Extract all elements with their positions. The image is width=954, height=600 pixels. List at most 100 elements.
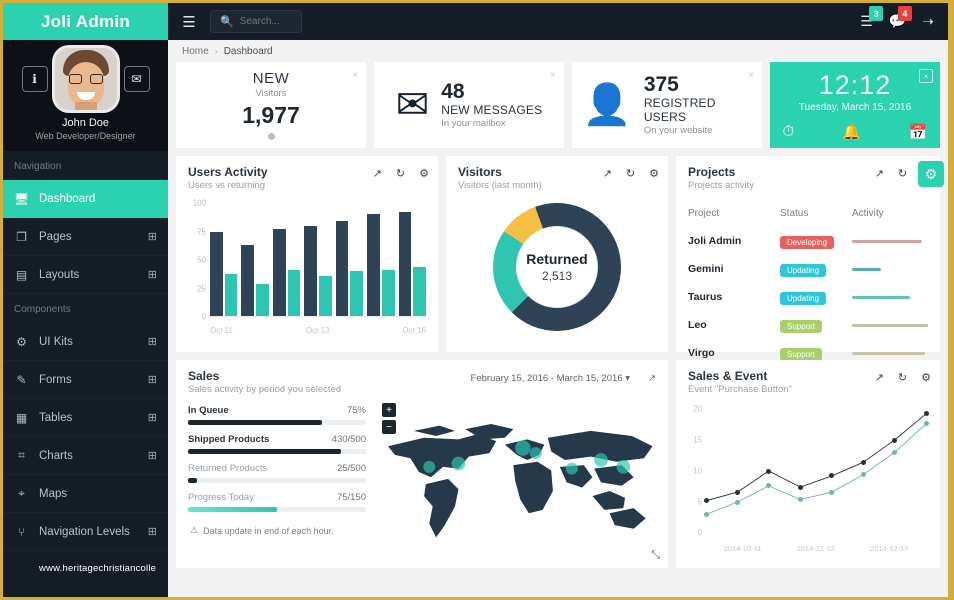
clock-icon[interactable]: ⏱ <box>782 123 794 141</box>
progress-label: Returned Products <box>188 463 268 474</box>
notes-button[interactable]: ☰ 3 <box>860 6 884 30</box>
breadcrumb-separator: › <box>214 46 218 56</box>
visitors-value: 1,977 <box>242 102 300 128</box>
y-tick: 10 <box>693 466 702 476</box>
top-bar: ☰ 🔍 ☰ 3 💬 4 ➝ <box>168 3 948 40</box>
map-zoom-out-button[interactable]: − <box>382 420 396 434</box>
progress-fill <box>188 449 342 454</box>
sidebar-item-label: UI Kits <box>39 335 73 348</box>
expand-plus-icon[interactable]: ⊞ <box>148 373 157 386</box>
sidebar-item-label: Navigation Levels <box>39 525 130 538</box>
users-sub: On your website <box>643 125 713 137</box>
close-icon[interactable]: × <box>919 69 933 83</box>
projects-table: Project Status Activity Joli Admin Develo… <box>676 193 940 367</box>
expand-icon[interactable]: ↗ <box>373 167 382 180</box>
carousel-dot[interactable] <box>267 133 275 140</box>
sidebar-item-navigation-levels[interactable]: ⑂ Navigation Levels ⊞ <box>3 513 168 551</box>
expand-icon[interactable]: ↗ <box>875 167 884 180</box>
avatar[interactable] <box>54 48 117 110</box>
map-expand-icon[interactable]: ⤡ <box>651 549 660 562</box>
clock-actions: ⏱ 🔔 📅 <box>782 123 927 141</box>
sidebar-item-label: Pages <box>39 230 72 243</box>
sidebar-item-charts[interactable]: ⌗ Charts ⊞ <box>3 437 168 475</box>
messages-button[interactable]: 💬 4 <box>889 6 912 30</box>
table-row[interactable]: Joli Admin Developing <box>688 227 928 255</box>
logout-icon[interactable]: ➝ <box>922 13 934 30</box>
close-icon[interactable]: × <box>352 70 358 81</box>
expand-plus-icon[interactable]: ⊞ <box>148 230 157 243</box>
search-box[interactable]: 🔍 <box>210 10 302 33</box>
pencil-icon: ✎ <box>16 372 27 387</box>
project-status: Updating <box>780 288 852 306</box>
line-chart-plot <box>703 409 929 533</box>
sidebar: Joli Admin ℹ ✉ John Doe Web Developer/De… <box>3 3 168 597</box>
user-icon: 👤 <box>582 83 632 127</box>
bar-users <box>210 232 223 316</box>
stat-card-visitors: × NEW Visitors 1,977 <box>176 62 366 148</box>
gear-icon[interactable]: ⚙ <box>918 161 944 187</box>
user-profile: ℹ ✉ John Doe Web Developer/Designer <box>3 40 168 151</box>
bell-icon[interactable]: 🔔 <box>842 123 861 141</box>
expand-icon[interactable]: ↗ <box>603 167 612 180</box>
settings-gear-icon[interactable]: ⚙ <box>419 167 429 180</box>
bar-returning <box>224 274 238 316</box>
date-range-picker[interactable]: February 15, 2016 - March 15, 2016 ▾ <box>471 373 631 384</box>
project-activity <box>852 351 928 355</box>
progress-fill <box>188 420 322 425</box>
users-text: 375 REGISTRED USERS On your website <box>643 73 752 137</box>
close-icon[interactable]: × <box>748 70 754 81</box>
table-row[interactable]: Taurus Updating <box>688 283 928 311</box>
brand-logo[interactable]: Joli Admin <box>3 3 168 40</box>
progress-value: 25/500 <box>336 463 366 474</box>
refresh-icon[interactable]: ↻ <box>626 167 635 180</box>
sidebar-item-layouts[interactable]: ▤ Layouts ⊞ <box>3 256 168 294</box>
expand-plus-icon[interactable]: ⊞ <box>148 449 157 462</box>
hamburger-icon[interactable]: ☰ <box>178 13 200 31</box>
table-row[interactable]: Leo Support <box>688 311 928 339</box>
expand-plus-icon[interactable]: ⊞ <box>148 335 157 348</box>
expand-plus-icon[interactable]: ⊞ <box>148 525 157 538</box>
map-zoom-controls: + − <box>382 403 396 434</box>
profile-message-button[interactable]: ✉ <box>123 66 150 92</box>
x-tick: 2014-12-17 <box>870 544 909 553</box>
expand-plus-icon[interactable]: ⊞ <box>148 268 157 281</box>
settings-gear-icon[interactable]: ⚙ <box>649 167 659 180</box>
progress-row: Progress Today 75/150 <box>188 492 366 512</box>
calendar-icon[interactable]: 📅 <box>909 123 928 141</box>
profile-info-button[interactable]: ℹ <box>21 66 48 92</box>
sidebar-item-ui-kits[interactable]: ⚙ UI Kits ⊞ <box>3 323 168 361</box>
expand-icon[interactable]: ↗ <box>648 373 656 384</box>
expand-icon[interactable]: ↗ <box>875 371 884 384</box>
world-map[interactable]: + − ⤡ <box>376 395 668 568</box>
nav-caption-components: Components <box>14 304 71 315</box>
table-row[interactable]: Gemini Updating <box>688 255 928 283</box>
data-point <box>766 468 772 474</box>
refresh-icon[interactable]: ↻ <box>396 167 405 180</box>
y-tick: 100 <box>192 198 206 208</box>
sidebar-item-dashboard[interactable]: 🖥 Dashboard <box>3 180 168 218</box>
settings-gear-icon[interactable]: ⚙ <box>921 371 931 384</box>
map-zoom-in-button[interactable]: + <box>382 403 396 417</box>
data-point <box>703 498 709 504</box>
expand-plus-icon[interactable]: ⊞ <box>148 411 157 424</box>
messages-label: NEW MESSAGES <box>441 103 543 118</box>
messages-sub: In your mailbox <box>441 118 506 130</box>
warning-icon: ⚠ <box>190 525 199 535</box>
breadcrumb-home[interactable]: Home <box>182 46 209 57</box>
user-role: Web Developer/Designer <box>35 131 136 141</box>
refresh-icon[interactable]: ↻ <box>898 167 907 180</box>
bar-users <box>335 221 349 316</box>
sidebar-item-pages[interactable]: ❐ Pages ⊞ <box>3 218 168 256</box>
sidebar-item-maps[interactable]: ⌖ Maps <box>3 475 168 513</box>
search-input[interactable] <box>239 16 292 27</box>
close-icon[interactable]: × <box>550 70 556 81</box>
progress-label: Shipped Products <box>188 434 270 445</box>
sidebar-item-forms[interactable]: ✎ Forms ⊞ <box>3 361 168 399</box>
progress-row: Shipped Products 430/500 <box>188 434 366 454</box>
refresh-icon[interactable]: ↻ <box>898 371 907 384</box>
project-name: Virgo <box>688 347 715 359</box>
y-tick: 0 <box>201 312 206 322</box>
progress-fill <box>188 478 197 483</box>
line-chart-svg <box>706 409 926 533</box>
sidebar-item-tables[interactable]: ▦ Tables ⊞ <box>3 399 168 437</box>
